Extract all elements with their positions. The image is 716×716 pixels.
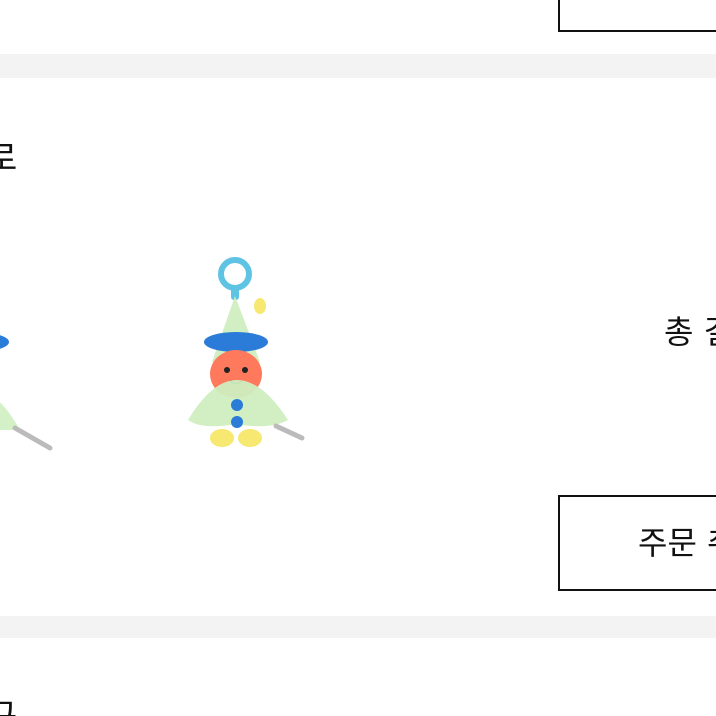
order-card: 로 총 주문 (0, 78, 716, 616)
order-card-title: 로 (0, 139, 18, 179)
product-image-2[interactable] (180, 250, 320, 470)
top-order-card (0, 0, 716, 54)
next-order-card: 구 (0, 638, 716, 716)
total-payment-label: 총 결 (664, 313, 716, 351)
keyring-figure-icon (188, 257, 305, 447)
order-cancel-button[interactable]: 주문 취 (558, 495, 716, 591)
section-divider (0, 54, 716, 78)
top-card-button[interactable] (558, 0, 716, 32)
section-divider (0, 616, 716, 638)
keyring-figure-icon (0, 335, 53, 451)
order-cancel-button-label: 주문 취 (638, 524, 716, 562)
next-order-card-title: 구 (0, 700, 17, 716)
product-image-1[interactable] (0, 250, 60, 470)
